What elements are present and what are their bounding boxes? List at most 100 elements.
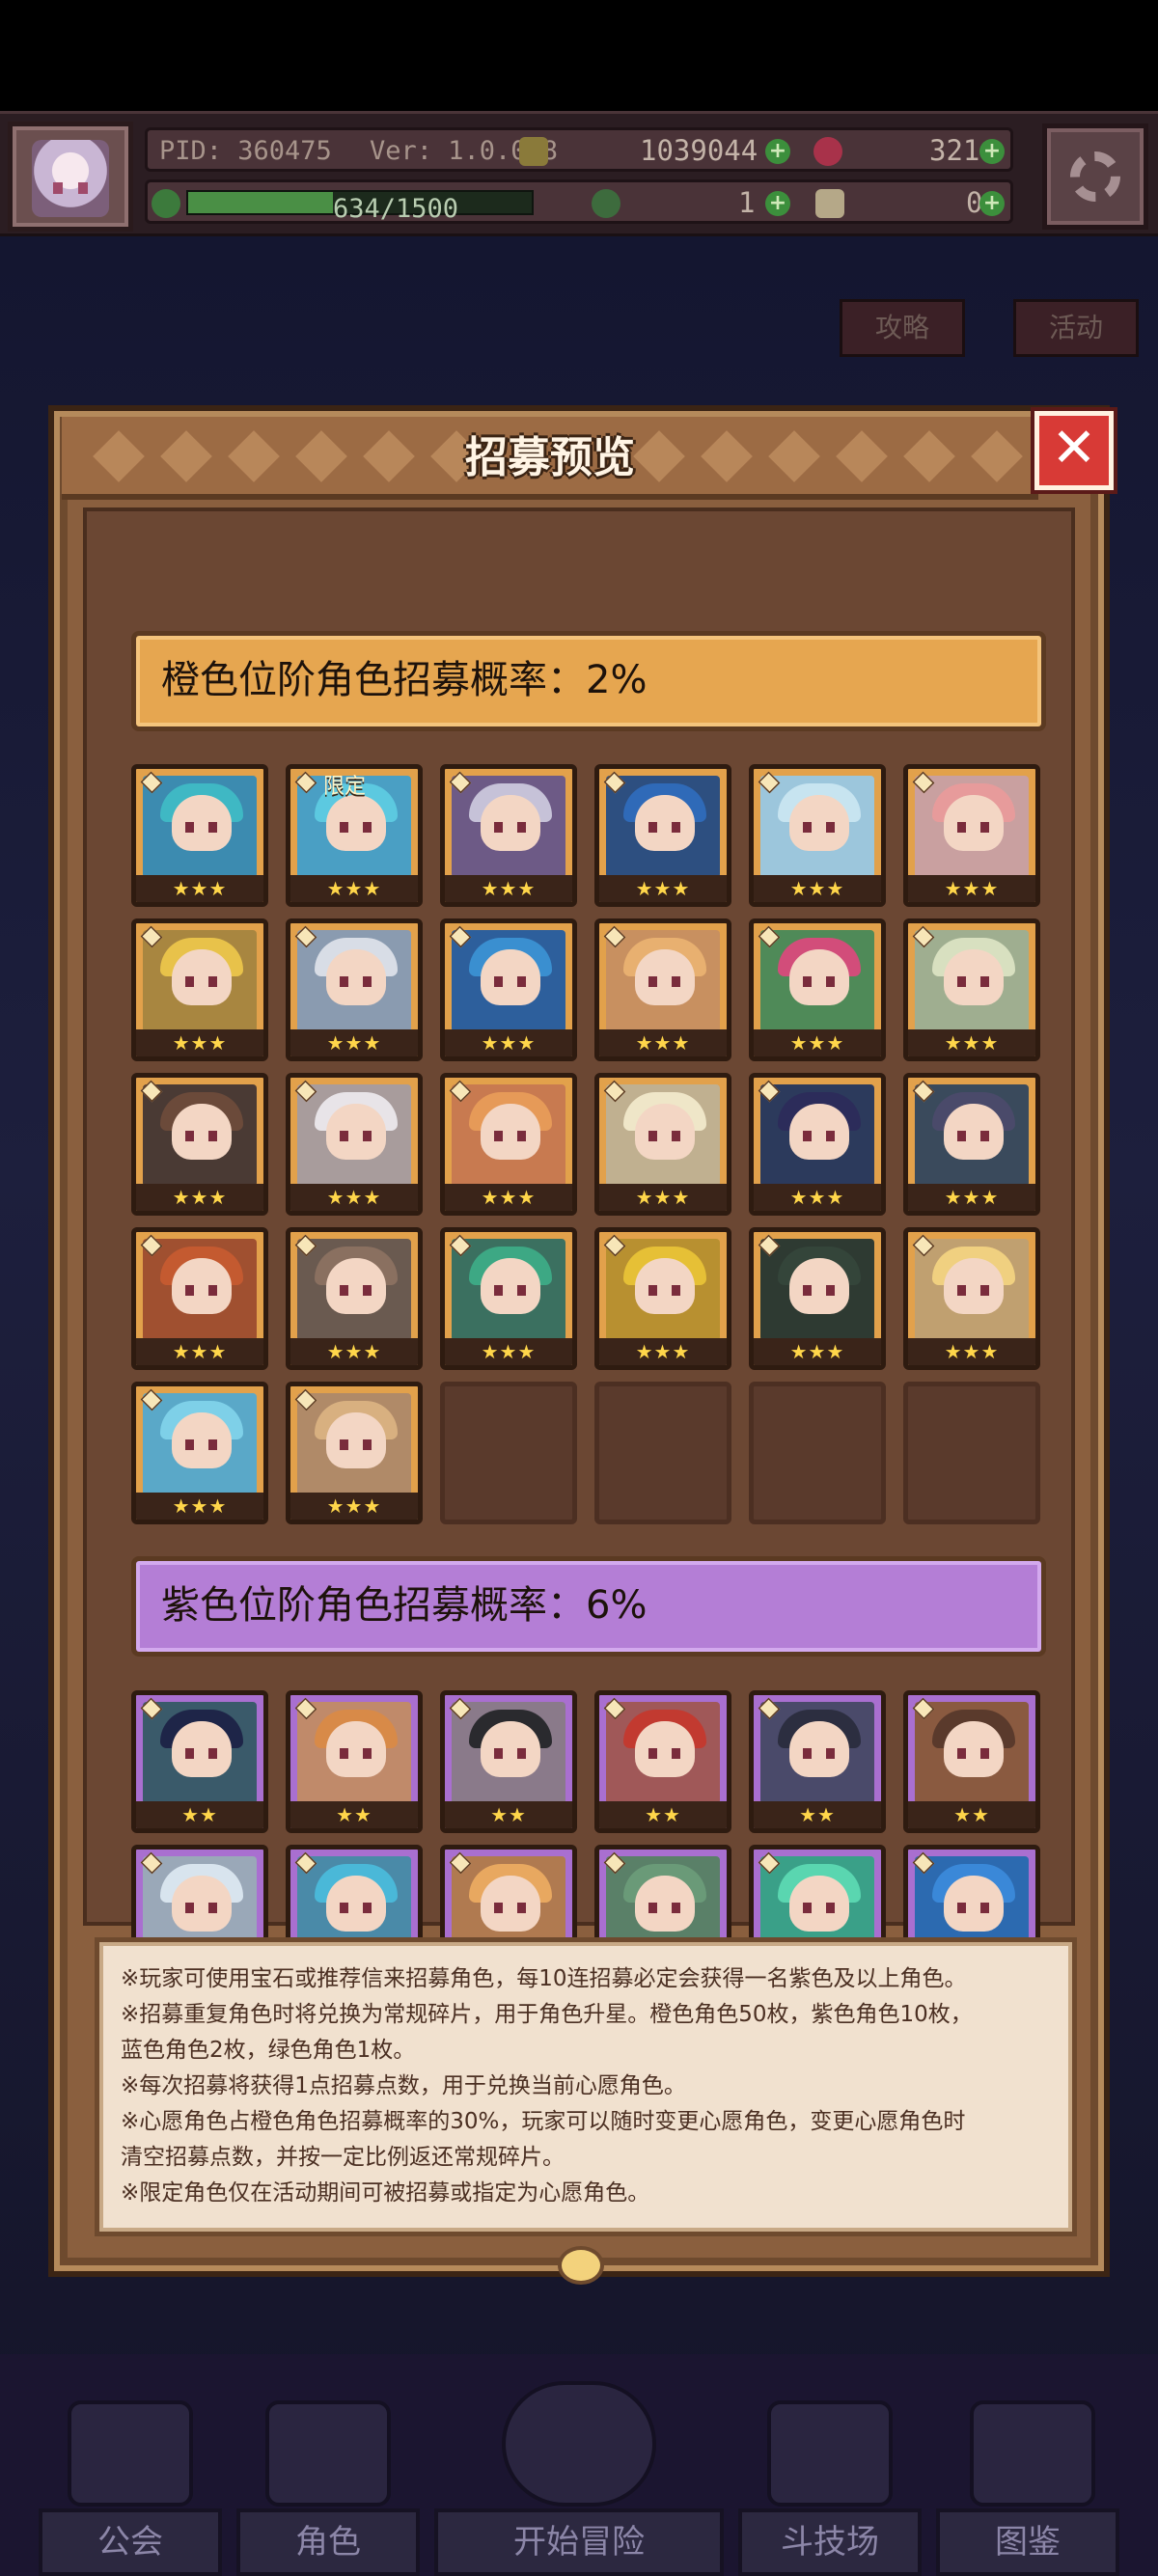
- resource-row-2: 634/1500 1 + 0 +: [145, 179, 1013, 224]
- nav-character[interactable]: 角色: [236, 2508, 420, 2576]
- character-card[interactable]: ★★★: [131, 1073, 268, 1216]
- character-card[interactable]: ★★★: [286, 1382, 423, 1524]
- character-card[interactable]: ★★★: [749, 918, 886, 1061]
- character-face: [635, 795, 695, 851]
- star-rating: ★★★: [136, 1029, 263, 1056]
- character-eye: [826, 1748, 835, 1759]
- rule-line: ※每次招募将获得1点招募点数，用于兑换当前心愿角色。: [121, 2073, 686, 2098]
- character-card[interactable]: ★★★: [286, 918, 423, 1061]
- character-card[interactable]: ★★★: [903, 764, 1040, 907]
- app-root: 攻略 活动 公会 角色 开始冒险 斗技场 图鉴 PID: 360475 Ver:…: [0, 0, 1158, 2576]
- tab-strategy[interactable]: 攻略: [840, 299, 965, 357]
- player-avatar[interactable]: [8, 122, 133, 232]
- character-eye: [494, 1285, 503, 1296]
- tab-events[interactable]: 活动: [1013, 299, 1139, 357]
- character-eye: [826, 1131, 835, 1141]
- star-rating: ★★: [290, 1801, 418, 1828]
- add-clover-button[interactable]: +: [765, 191, 790, 216]
- character-card[interactable]: ★★★: [594, 918, 731, 1061]
- arena-icon: [767, 2400, 893, 2507]
- character-card[interactable]: ★★★: [440, 918, 577, 1061]
- character-eye: [957, 1903, 966, 1913]
- star-rating: ★★★: [290, 875, 418, 902]
- character-eye: [363, 1903, 372, 1913]
- character-eye: [208, 822, 217, 833]
- character-card[interactable]: ★★★: [131, 764, 268, 907]
- character-card[interactable]: ★★★: [440, 1227, 577, 1370]
- orange-tier-header: 橙色位阶角色招募概率：2%: [131, 631, 1046, 731]
- character-card[interactable]: ★★★: [749, 1227, 886, 1370]
- empty-slot: [903, 1382, 1040, 1524]
- character-face: [326, 1721, 386, 1777]
- character-card[interactable]: ★★★: [749, 764, 886, 907]
- character-card[interactable]: ★★★: [903, 1073, 1040, 1216]
- character-card[interactable]: ★★★: [903, 1227, 1040, 1370]
- character-card[interactable]: ★★: [749, 1690, 886, 1833]
- character-card[interactable]: ★★★: [440, 1073, 577, 1216]
- character-eye: [208, 1903, 217, 1913]
- orange-tier-label: 橙色位阶角色招募概率：2%: [161, 658, 648, 702]
- character-portrait: [606, 1702, 720, 1804]
- character-portrait: [915, 1702, 1029, 1804]
- character-portrait: [915, 776, 1029, 878]
- bottom-nav: 公会 角色 开始冒险 斗技场 图鉴: [0, 2354, 1158, 2576]
- avatar-eye: [78, 182, 88, 194]
- character-card[interactable]: ★★: [286, 1690, 423, 1833]
- character-eye: [648, 976, 657, 987]
- character-portrait: [760, 1702, 874, 1804]
- character-card[interactable]: ★★★: [131, 918, 268, 1061]
- add-gem-button[interactable]: +: [979, 139, 1005, 164]
- character-portrait: [297, 1393, 411, 1495]
- character-card[interactable]: ★★: [440, 1690, 577, 1833]
- character-eye: [803, 1748, 812, 1759]
- add-key-button[interactable]: +: [979, 191, 1005, 216]
- character-eye: [980, 1903, 989, 1913]
- character-card[interactable]: ★★★: [286, 1073, 423, 1216]
- nav-codex[interactable]: 图鉴: [936, 2508, 1119, 2576]
- character-eye: [185, 1131, 194, 1141]
- settings-button[interactable]: [1042, 123, 1148, 230]
- character-portrait: [760, 776, 874, 878]
- rule-line: ※限定角色仅在活动期间可被招募或指定为心愿角色。: [121, 2180, 650, 2206]
- character-card[interactable]: ★★: [594, 1690, 731, 1833]
- character-card[interactable]: ★★★: [286, 1227, 423, 1370]
- gem-icon: [813, 137, 842, 166]
- character-eye: [672, 1748, 680, 1759]
- character-face: [944, 1876, 1004, 1932]
- nav-guild[interactable]: 公会: [39, 2508, 222, 2576]
- add-gold-button[interactable]: +: [765, 139, 790, 164]
- close-button[interactable]: ✕: [1034, 411, 1114, 490]
- character-eye: [957, 976, 966, 987]
- character-card[interactable]: ★★★: [594, 1227, 731, 1370]
- character-card[interactable]: ★★★: [131, 1227, 268, 1370]
- character-eye: [185, 1903, 194, 1913]
- character-eye: [494, 822, 503, 833]
- character-card[interactable]: ★★: [903, 1690, 1040, 1833]
- character-face: [172, 795, 232, 851]
- character-eye: [185, 1285, 194, 1296]
- adventure-icon: [502, 2381, 656, 2507]
- character-eye: [957, 1748, 966, 1759]
- nav-arena[interactable]: 斗技场: [738, 2508, 922, 2576]
- character-card[interactable]: ★★: [131, 1690, 268, 1833]
- character-eye: [672, 822, 680, 833]
- character-face: [326, 1412, 386, 1468]
- character-card[interactable]: 限定 ★★★: [286, 764, 423, 907]
- character-portrait: [143, 776, 257, 878]
- guild-icon: [68, 2400, 193, 2507]
- character-card[interactable]: ★★★: [594, 764, 731, 907]
- character-eye: [363, 822, 372, 833]
- character-card[interactable]: ★★★: [594, 1073, 731, 1216]
- star-rating: ★★★: [754, 1029, 881, 1056]
- character-card[interactable]: ★★★: [903, 918, 1040, 1061]
- character-card[interactable]: ★★★: [749, 1073, 886, 1216]
- character-portrait: [760, 1084, 874, 1187]
- character-face: [944, 1258, 1004, 1314]
- star-rating: ★★★: [290, 1029, 418, 1056]
- character-eye: [208, 1131, 217, 1141]
- character-eye: [340, 822, 348, 833]
- character-card[interactable]: ★★★: [440, 764, 577, 907]
- character-card[interactable]: ★★★: [131, 1382, 268, 1524]
- nav-start-adventure[interactable]: 开始冒险: [434, 2508, 724, 2576]
- character-face: [944, 1721, 1004, 1777]
